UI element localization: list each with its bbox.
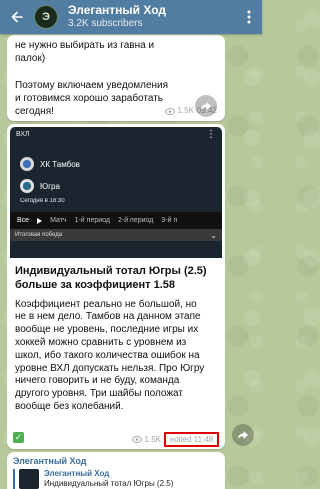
views-eye-icon [131,436,142,443]
views-count: 1.5K [144,435,161,444]
team-logo-icon [20,157,34,171]
views-eye-icon [164,108,175,116]
channel-title: Элегантный Ход [68,3,167,18]
sender-name: Элегантный Ход [13,456,87,466]
chat-header: Э Элегантный Ход 3.2K subscribers [0,0,262,34]
share-button[interactable] [195,95,217,117]
team-home: ХК Тамбов [20,157,80,171]
post-title: Индивидуальный тотал Югры (2.5) больше з… [15,265,207,292]
post-views: 1.5K [131,435,161,444]
check-mark-icon: ✓ [13,432,24,443]
media-more-icon: ⋮ [206,129,216,140]
tab-match: Матч [50,217,67,224]
back-arrow-icon [11,11,23,23]
more-menu-button[interactable] [236,0,262,34]
channel-info[interactable]: Элегантный Ход 3.2K subscribers [68,4,166,29]
preview-snippet: Индивидуальный тотал Югры (2.5) [44,478,174,488]
preview-source: Элегантный Ход [44,469,110,478]
chevron-down-icon: ⌄ [210,230,217,240]
team-logo-icon [20,179,34,193]
edited-timestamp: edited 11:48 [164,432,219,447]
match-time: Сегодня в 18:30 [20,198,65,204]
team-name: ХК Тамбов [40,159,80,169]
forwarded-message[interactable]: Элегантный Ход Элегантный Ход Индивидуал… [7,452,225,489]
team-name: Югра [40,181,60,191]
post-body: Коэффициент реально не большой, но не в … [15,298,205,412]
tab-period-1: 1-й период [74,217,110,224]
market-label: Итоговая победа [15,232,63,238]
tab-period-3: 3-й п [161,217,178,224]
tab-all: Все [17,217,30,224]
tab-period-2: 2-й период [117,217,154,224]
market-row: Итоговая победа ⌄ [10,229,222,241]
channel-avatar[interactable]: Э [34,5,58,29]
back-button[interactable] [0,0,34,34]
subscriber-count: 3.2K subscribers [68,18,143,30]
views-count: 1.5K [177,106,194,116]
share-button[interactable] [232,424,254,446]
match-screenshot[interactable]: ВХЛ ⋮ ХК Тамбов Югра Сегодня в 18:30 Все… [10,127,222,258]
post-bubble[interactable]: ВХЛ ⋮ ХК Тамбов Югра Сегодня в 18:30 Все… [7,124,225,449]
message-bubble[interactable]: не нужно выбирать из гавна и палок) Поэт… [7,35,225,121]
share-arrow-icon [238,431,248,439]
reply-preview[interactable]: Элегантный Ход Индивидуальный тотал Югры… [13,469,219,489]
share-arrow-icon [201,102,211,110]
league-label: ВХЛ [16,131,30,138]
more-vertical-icon [247,10,251,24]
play-icon [37,217,43,224]
preview-thumbnail [19,469,39,489]
market-tabs: Все Матч 1-й период 2-й период 3-й п [10,212,222,229]
team-away: Югра [20,179,60,193]
